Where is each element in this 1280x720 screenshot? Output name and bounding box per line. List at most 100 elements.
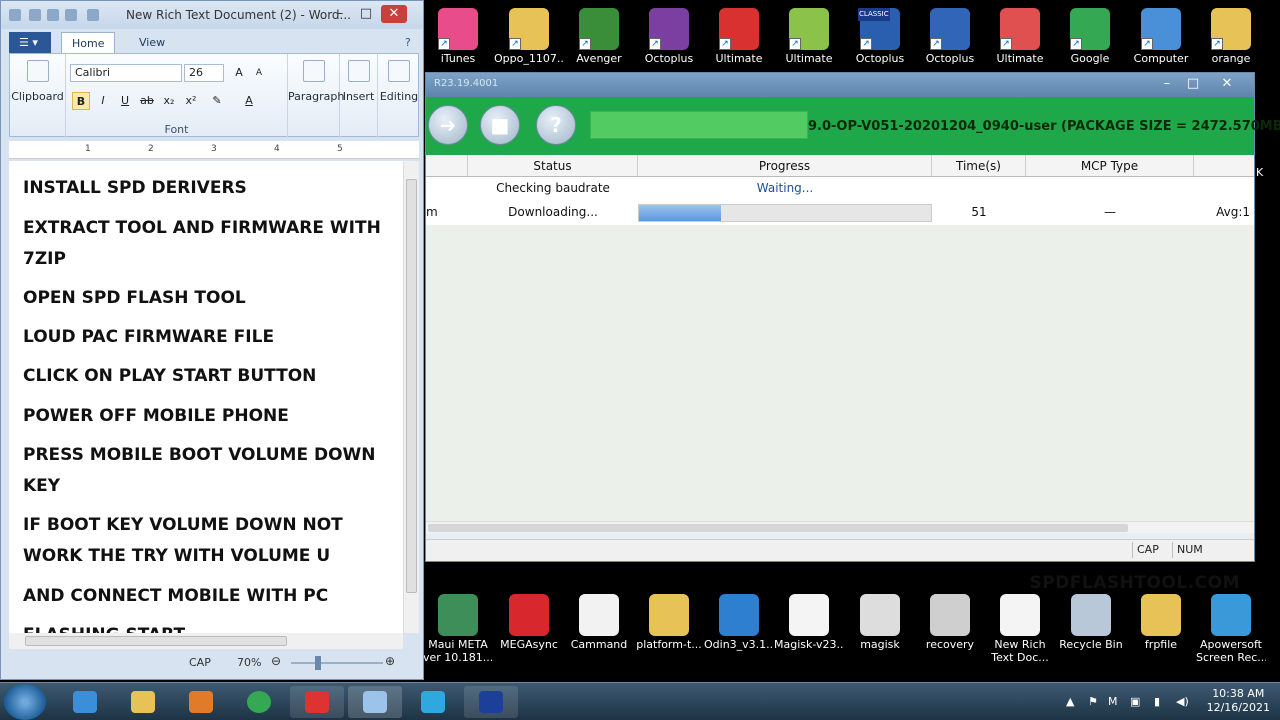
- shrink-font-icon[interactable]: A: [250, 64, 268, 82]
- editing-label[interactable]: Editing: [378, 90, 420, 103]
- app-icon[interactable]: [9, 9, 21, 21]
- desktop-icon[interactable]: ↗ Google: [1055, 8, 1125, 65]
- desktop-icon[interactable]: ↗ iTunes: [423, 8, 493, 65]
- column-header-extra[interactable]: [1194, 155, 1254, 177]
- stop-download-button[interactable]: ■: [480, 105, 520, 145]
- underline-button[interactable]: U: [116, 92, 134, 110]
- taskbar-toolbox[interactable]: [290, 686, 344, 718]
- scrollbar-thumb[interactable]: [25, 636, 287, 646]
- highlight-color-icon[interactable]: ✎: [208, 92, 226, 110]
- zoom-slider-thumb[interactable]: [315, 656, 321, 670]
- start-download-button[interactable]: ➜: [428, 105, 468, 145]
- desktop-icon[interactable]: New Rich Text Doc...: [985, 594, 1055, 664]
- desktop-icon[interactable]: ↗ Ultimate: [985, 8, 1055, 65]
- scrollbar-thumb[interactable]: [406, 179, 417, 593]
- desktop-icon[interactable]: ↗ CLASSIC Octoplus: [845, 8, 915, 65]
- bold-button[interactable]: B: [72, 92, 90, 110]
- file-menu-button[interactable]: ☰ ▾: [9, 32, 51, 53]
- zoom-in-icon[interactable]: ⊕: [385, 654, 395, 668]
- system-clock[interactable]: 10:38 AM 12/16/2021: [1207, 687, 1270, 715]
- undo-icon[interactable]: [47, 9, 59, 21]
- document-editor[interactable]: INSTALL SPD DERIVERS EXTRACT TOOL AND FI…: [9, 161, 403, 633]
- desktop-icon[interactable]: ↗ Computer: [1126, 8, 1196, 65]
- ruler[interactable]: 1 2 3 4 5: [9, 141, 419, 159]
- find-icon[interactable]: [388, 60, 410, 82]
- help-button[interactable]: ?: [536, 105, 576, 145]
- desktop-icon[interactable]: magisk: [845, 594, 915, 651]
- taskbar-explorer[interactable]: [116, 686, 170, 718]
- table-row[interactable]: Checking baudrate Waiting...: [426, 177, 1254, 201]
- desktop-icon[interactable]: frpfile: [1126, 594, 1196, 651]
- taskbar-screen-recorder[interactable]: [406, 686, 460, 718]
- desktop-icon[interactable]: MEGAsync: [494, 594, 564, 651]
- flash-close-button[interactable]: ✕: [1214, 75, 1240, 93]
- flash-tool-titlebar[interactable]: R23.19.4001 – □ ✕: [426, 73, 1254, 97]
- table-row[interactable]: m Downloading... 51 — Avg:1: [426, 201, 1254, 225]
- paste-icon[interactable]: [26, 60, 49, 82]
- superscript-button[interactable]: x²: [182, 92, 200, 110]
- grow-font-icon[interactable]: A: [230, 64, 248, 82]
- redo-icon[interactable]: [65, 9, 77, 21]
- wordpad-titlebar[interactable]: New Rich Text Document (2) - Word... – □…: [1, 1, 423, 29]
- vertical-scrollbar[interactable]: [403, 161, 419, 633]
- zoom-out-icon[interactable]: ⊖: [271, 654, 281, 668]
- action-center-icon[interactable]: ⚑: [1088, 695, 1098, 708]
- tab-view[interactable]: View: [129, 32, 175, 53]
- insert-picture-icon[interactable]: [347, 60, 370, 82]
- desktop-icon[interactable]: ↗ Ultimate: [704, 8, 774, 65]
- flash-maximize-button[interactable]: □: [1180, 75, 1206, 93]
- scrollbar-thumb[interactable]: [428, 524, 1128, 532]
- desktop-icon[interactable]: ↗ orange: [1196, 8, 1266, 65]
- italic-button[interactable]: I: [94, 92, 112, 110]
- clipboard-label[interactable]: Clipboard: [10, 90, 65, 103]
- desktop-icon[interactable]: Recycle Bin: [1056, 594, 1126, 651]
- flash-horizontal-scrollbar[interactable]: [426, 521, 1254, 533]
- desktop-icon[interactable]: recovery: [915, 594, 985, 651]
- desktop-icon[interactable]: ↗ Ultimate: [774, 8, 844, 65]
- desktop-icon[interactable]: ↗ Octoplus: [634, 8, 704, 65]
- customize-quick-access-icon[interactable]: [87, 9, 99, 21]
- tab-home[interactable]: Home: [61, 32, 116, 53]
- taskbar-wordpad[interactable]: [348, 686, 402, 718]
- desktop-icon[interactable]: ↗ Avenger: [564, 8, 634, 65]
- insert-label[interactable]: Insert: [340, 90, 377, 103]
- network-icon[interactable]: ▮: [1154, 695, 1160, 708]
- subscript-button[interactable]: x₂: [160, 92, 178, 110]
- flash-minimize-button[interactable]: –: [1154, 75, 1180, 93]
- tray-m-icon[interactable]: M: [1108, 695, 1118, 708]
- strikethrough-button[interactable]: ab: [138, 92, 156, 110]
- column-header-progress[interactable]: Progress: [638, 155, 932, 177]
- column-header-time[interactable]: Time(s): [932, 155, 1026, 177]
- paragraph-icon[interactable]: [302, 60, 325, 82]
- volume-icon[interactable]: ◀): [1176, 695, 1189, 708]
- font-size-select[interactable]: 26: [184, 64, 224, 82]
- desktop-icon[interactable]: Cammand: [564, 594, 634, 651]
- desktop-icon[interactable]: Magisk-v23...: [774, 594, 844, 651]
- column-header-port[interactable]: [426, 155, 468, 177]
- wp-close-button[interactable]: ✕: [381, 5, 407, 23]
- desktop-icon[interactable]: Odin3_v3.1...: [704, 594, 774, 651]
- desktop-icon[interactable]: Maui META ver 10.181...: [423, 594, 493, 664]
- wp-minimize-button[interactable]: –: [327, 5, 353, 23]
- desktop-icon[interactable]: ↗ Octoplus: [915, 8, 985, 65]
- wp-maximize-button[interactable]: □: [353, 5, 379, 23]
- show-hidden-icons[interactable]: ▲: [1066, 695, 1074, 708]
- zoom-slider[interactable]: [291, 662, 383, 664]
- column-header-mcp-type[interactable]: MCP Type: [1026, 155, 1194, 177]
- taskbar-chrome[interactable]: [232, 686, 286, 718]
- start-button[interactable]: [4, 684, 46, 720]
- taskbar-internet-explorer[interactable]: [58, 686, 112, 718]
- taskbar-media-player[interactable]: [174, 686, 228, 718]
- font-color-icon[interactable]: A: [240, 92, 258, 110]
- column-header-status[interactable]: Status: [468, 155, 638, 177]
- desktop-icon[interactable]: platform-t...: [634, 594, 704, 651]
- taskbar-spd-flash-tool[interactable]: [464, 686, 518, 718]
- font-family-select[interactable]: Calibri: [70, 64, 182, 82]
- device-icon[interactable]: ▣: [1130, 695, 1140, 708]
- paragraph-label[interactable]: Paragraph: [288, 90, 344, 103]
- desktop-icon[interactable]: Apowersoft Screen Rec...: [1196, 594, 1266, 664]
- save-icon[interactable]: [29, 9, 41, 21]
- help-icon[interactable]: ?: [395, 32, 421, 53]
- desktop-icon[interactable]: ↗ Oppo_1107...: [494, 8, 564, 65]
- horizontal-scrollbar[interactable]: [9, 633, 403, 649]
